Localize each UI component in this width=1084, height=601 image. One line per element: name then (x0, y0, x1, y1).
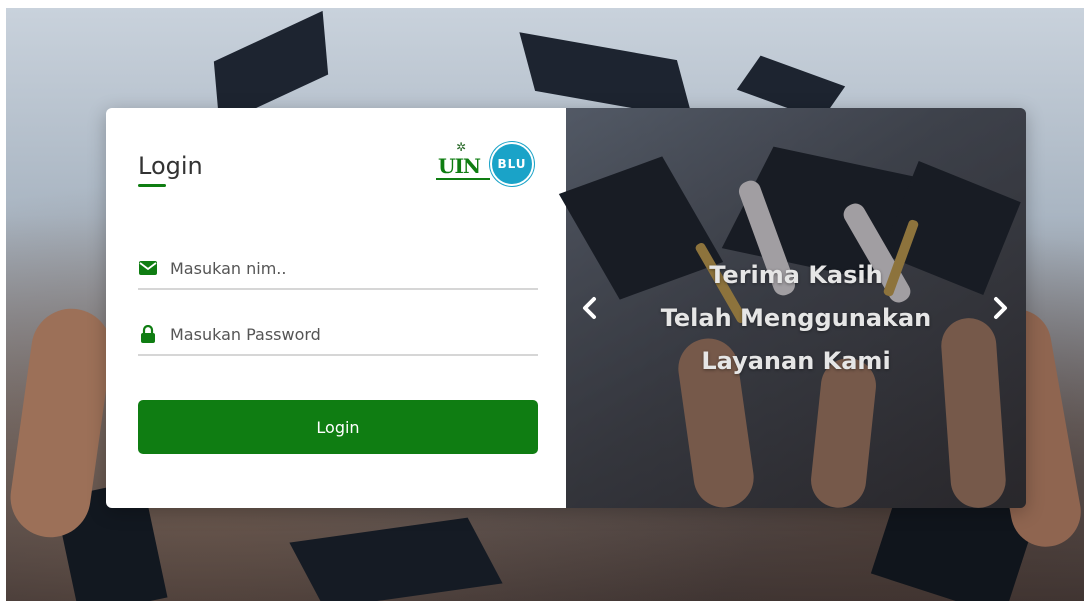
nim-field (138, 248, 538, 290)
title-underline (138, 184, 166, 187)
logo-underline (436, 178, 490, 180)
nim-input[interactable] (170, 248, 538, 288)
caption-line: Terima Kasih (709, 261, 883, 289)
login-panel: Login ✲ UIN BLU Masukan nim.. Login (106, 108, 566, 508)
login-card: Login ✲ UIN BLU Masukan nim.. Login Teri… (106, 108, 1026, 508)
password-field (138, 314, 538, 356)
envelope-icon (138, 258, 158, 278)
caption-line: Layanan Kami (701, 347, 891, 375)
logo-blu-text: BLU (497, 157, 527, 171)
carousel: Terima Kasih Telah Menggunakan Layanan K… (558, 108, 1026, 508)
lock-icon (138, 324, 158, 344)
bg-cap (519, 32, 693, 119)
login-button[interactable]: Login (138, 400, 538, 454)
logo-uin-text: UIN (438, 154, 481, 178)
carousel-next-button[interactable] (986, 290, 1016, 326)
chevron-left-icon (583, 297, 596, 319)
carousel-prev-button[interactable] (574, 290, 604, 326)
caption-line: Telah Menggunakan (660, 304, 932, 332)
password-input[interactable] (170, 314, 538, 354)
page-title: Login (138, 152, 203, 180)
chevron-right-icon (994, 297, 1007, 319)
logo-blu-badge: BLU (490, 142, 534, 186)
carousel-caption: Terima Kasih Telah Menggunakan Layanan K… (606, 254, 986, 383)
logo-star-icon: ✲ (456, 140, 467, 154)
bg-cap (289, 517, 503, 601)
logo: ✲ UIN BLU (436, 140, 536, 188)
